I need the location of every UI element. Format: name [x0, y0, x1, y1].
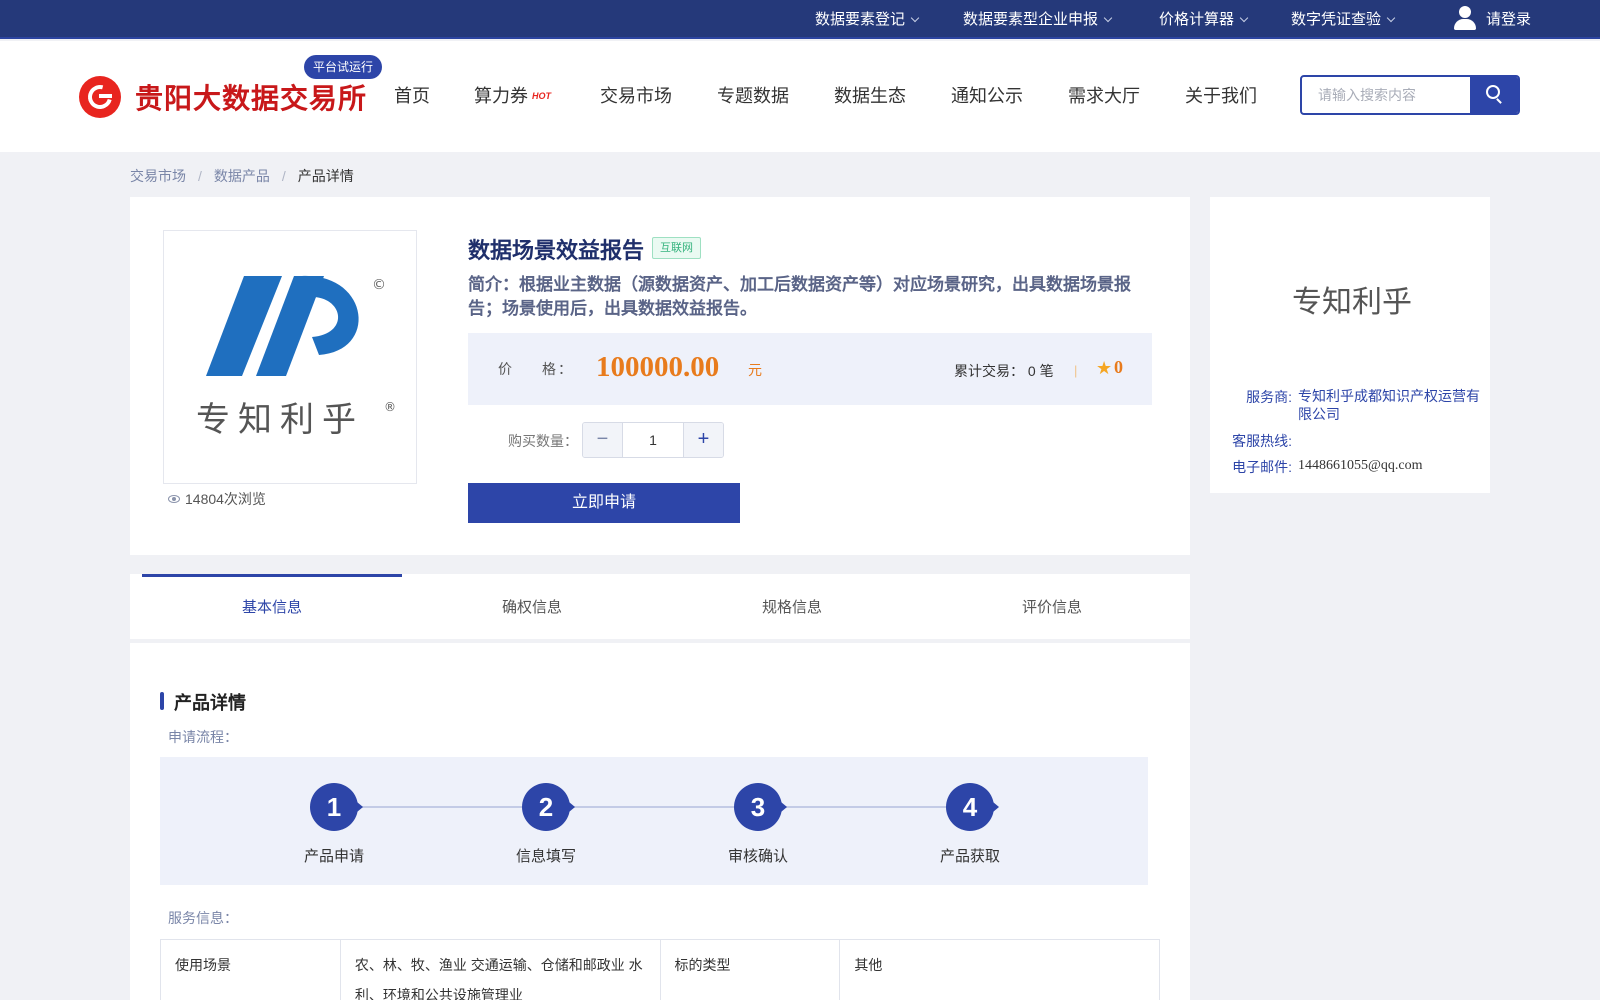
table-row: 使用场景 农、林、牧、渔业 交通运输、仓储和邮政业 水利、环境和公共设施管理业 …: [160, 939, 1160, 1000]
tab-ownership-info[interactable]: 确权信息: [402, 574, 662, 639]
view-count: 14804次浏览: [168, 489, 266, 509]
price-panel: 价格： 100000.00 元 累计交易： 0 笔 | ★ 0: [468, 333, 1152, 405]
quantity-label: 购买数量：: [508, 433, 578, 449]
chevron-down-icon: [1239, 13, 1249, 23]
svg-text:®: ®: [384, 400, 396, 414]
nav-about-us[interactable]: 关于我们: [1185, 82, 1257, 108]
topbar-enterprise-declaration[interactable]: 数据要素型企业申报: [963, 0, 1113, 39]
chevron-down-icon: [1103, 13, 1113, 23]
tab-spec-info[interactable]: 规格信息: [662, 574, 922, 639]
trial-badge: 平台试运行: [304, 55, 383, 79]
nav-data-ecosystem[interactable]: 数据生态: [834, 82, 906, 108]
user-icon[interactable]: [1453, 6, 1477, 32]
hotline-key: 客服热线:: [1232, 433, 1292, 449]
vendor-card: 专知利乎 服务商: 专知利乎成都知识产权运营有限公司 客服热线: 电子邮件: 1…: [1210, 197, 1490, 493]
tab-basic-info[interactable]: 基本信息: [142, 574, 402, 639]
top-bar: 数据要素登记 数据要素型企业申报 价格计算器 数字凭证查验 请登录: [0, 0, 1600, 39]
login-link[interactable]: 请登录: [1486, 0, 1531, 39]
product-image-text: 专知利乎: [196, 400, 364, 440]
eye-icon: [168, 495, 180, 503]
decrement-button[interactable]: −: [583, 423, 623, 457]
application-flow: 1 产品申请 2 信息填写 3 审核确认 4 产品获取: [160, 757, 1148, 885]
email-key: 电子邮件:: [1232, 459, 1292, 475]
breadcrumb-separator: /: [198, 168, 202, 184]
product-title: 数据场景效益报告: [468, 238, 645, 263]
search-box: [1300, 75, 1520, 115]
email-value: 1448661055@qq.com: [1298, 458, 1423, 473]
step-number: 1: [310, 783, 363, 831]
product-image: © 专知利乎 ®: [163, 230, 417, 484]
topbar-price-calculator[interactable]: 价格计算器: [1159, 0, 1249, 39]
logo-icon[interactable]: [79, 76, 121, 118]
apply-button[interactable]: 立即申请: [468, 483, 740, 523]
vendor-logo: 专知利乎: [1292, 286, 1412, 319]
price-label: 价格：: [498, 361, 574, 377]
search-button[interactable]: [1470, 77, 1518, 113]
site-name[interactable]: 贵阳大数据交易所: [135, 77, 367, 117]
tab-review-info[interactable]: 评价信息: [922, 574, 1182, 639]
breadcrumb-trading-market[interactable]: 交易市场: [130, 166, 186, 186]
category-tag: 互联网: [652, 237, 701, 259]
service-info-table: 使用场景 农、林、牧、渔业 交通运输、仓储和邮政业 水利、环境和公共设施管理业 …: [160, 939, 1160, 1000]
search-input[interactable]: [1302, 77, 1472, 113]
divider: |: [1074, 363, 1078, 378]
flow-step: 4 产品获取: [910, 783, 1030, 866]
breadcrumb-data-products[interactable]: 数据产品: [214, 166, 270, 186]
chevron-down-icon: [1386, 13, 1396, 23]
provider-link[interactable]: 专知利乎成都知识产权运营有限公司: [1298, 387, 1480, 423]
flow-step: 2 信息填写: [486, 783, 606, 866]
flow-step: 1 产品申请: [274, 783, 394, 866]
section-title: 产品详情: [160, 689, 246, 715]
increment-button[interactable]: +: [683, 423, 723, 457]
step-number: 3: [734, 783, 787, 831]
nav-notices[interactable]: 通知公示: [951, 82, 1023, 108]
trade-count: 累计交易： 0 笔: [954, 363, 1054, 379]
chevron-down-icon: [910, 13, 920, 23]
flow-step: 3 审核确认: [698, 783, 818, 866]
vendor-logo-image: © 专知利乎 ®: [196, 275, 396, 440]
tab-bar: 基本信息 确权信息 规格信息 评价信息: [130, 574, 1190, 639]
step-number: 2: [522, 783, 575, 831]
header: 贵阳大数据交易所 平台试运行 首页 算力券 HOT 交易市场 专题数据 数据生态…: [0, 41, 1600, 152]
price-unit: 元: [748, 362, 762, 378]
detail-card: 产品详情 申请流程： 1 产品申请 2 信息填写 3 审核确认 4 产品获取 服…: [130, 643, 1190, 1000]
table-cell: 标的类型: [659, 939, 841, 1000]
price-value: 100000.00: [596, 351, 720, 383]
quantity-stepper: − +: [582, 422, 724, 458]
breadcrumb: 交易市场 / 数据产品 / 产品详情: [130, 166, 354, 186]
quantity-input[interactable]: [623, 423, 683, 457]
flow-label: 申请流程：: [168, 729, 238, 745]
service-label: 服务信息：: [168, 910, 238, 926]
breadcrumb-separator: /: [281, 168, 286, 184]
step-label: 审核确认: [727, 848, 788, 865]
rating-value: 0: [1114, 357, 1123, 377]
step-label: 产品申请: [303, 848, 364, 865]
topbar-data-registration[interactable]: 数据要素登记: [815, 0, 920, 39]
star-icon: ★: [1096, 358, 1113, 378]
nav-trading-market[interactable]: 交易市场: [600, 82, 672, 108]
table-cell: 农、林、牧、渔业 交通运输、仓储和邮政业 水利、环境和公共设施管理业: [339, 939, 661, 1000]
nav-topic-data[interactable]: 专题数据: [717, 82, 789, 108]
topbar-voucher-check[interactable]: 数字凭证查验: [1291, 0, 1396, 39]
table-cell: 其他: [839, 939, 1160, 1000]
nav-compute-voucher[interactable]: 算力券: [474, 82, 528, 108]
step-label: 产品获取: [939, 848, 1000, 865]
step-label: 信息填写: [515, 848, 576, 865]
step-number: 4: [946, 783, 999, 831]
product-card: © 专知利乎 ® 14804次浏览 数据场景效益报告 互联网 简介：根据业主数据…: [130, 197, 1190, 555]
nav-home[interactable]: 首页: [394, 82, 430, 108]
hot-badge: HOT: [532, 91, 551, 101]
product-intro: 简介：根据业主数据（源数据资产、加工后数据资产等）对应场景研究，出具数据场景报告…: [468, 275, 1131, 318]
provider-key: 服务商:: [1246, 389, 1292, 405]
nav-demand-hall[interactable]: 需求大厅: [1068, 82, 1140, 108]
table-cell: 使用场景: [160, 939, 341, 1000]
svg-text:©: ©: [372, 277, 386, 293]
search-icon: [1486, 85, 1500, 99]
breadcrumb-current: 产品详情: [297, 168, 354, 184]
flow-connector: [330, 806, 970, 808]
